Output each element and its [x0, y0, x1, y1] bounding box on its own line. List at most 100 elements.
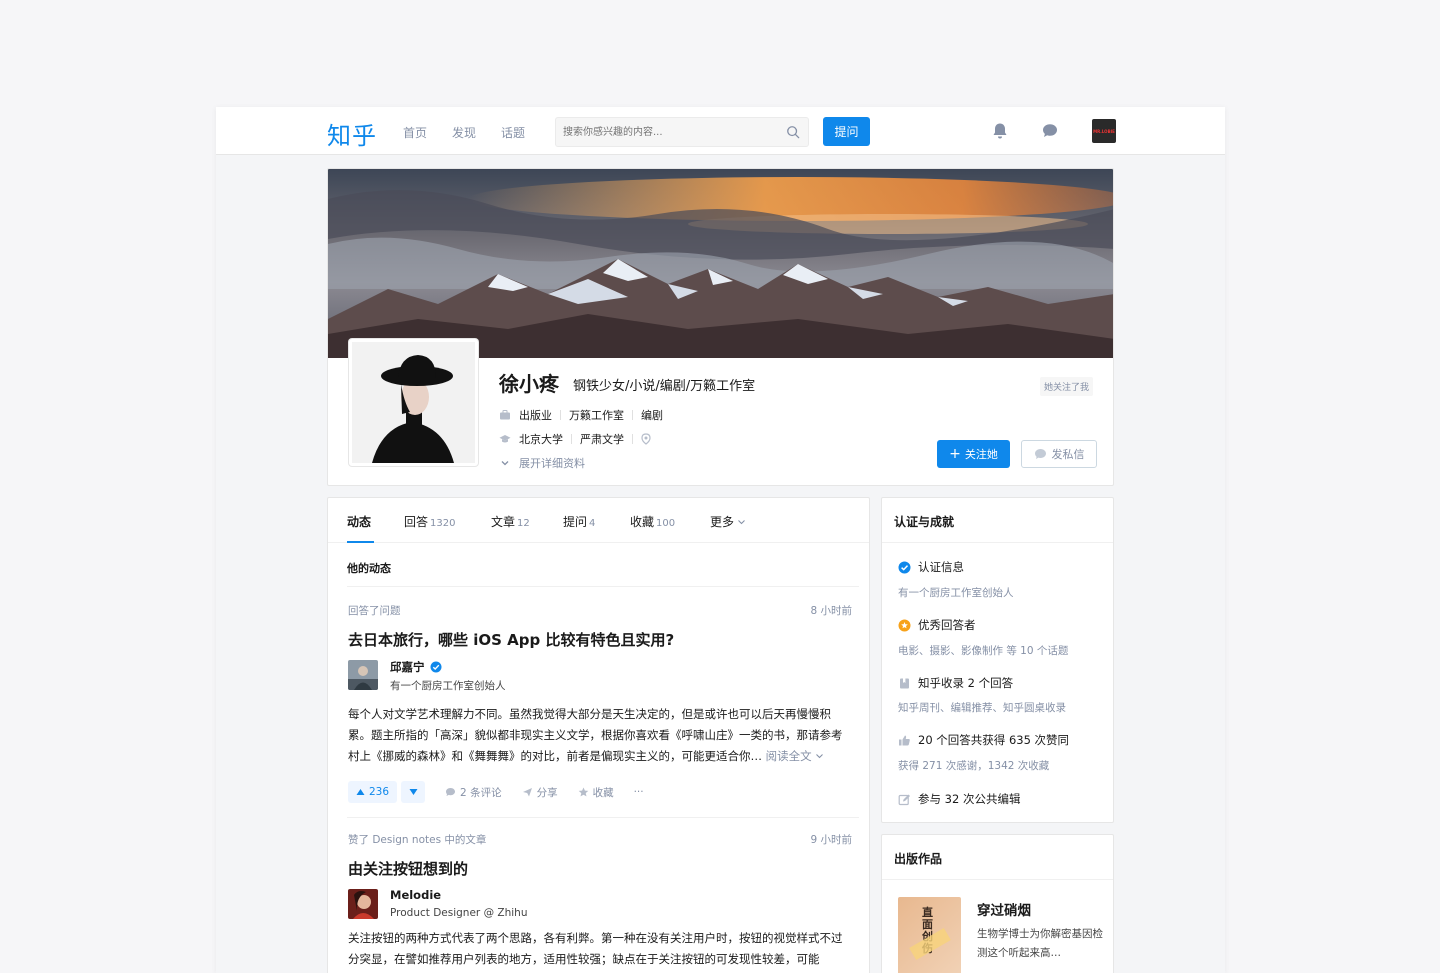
expand-profile-label: 展开详细资料 — [519, 457, 585, 470]
nav-topics-link[interactable]: 话题 — [501, 124, 525, 141]
nav-home-link[interactable]: 首页 — [403, 124, 427, 141]
profile-avatar[interactable] — [349, 339, 478, 466]
separator — [571, 434, 572, 444]
industry-label: 出版业 — [519, 409, 552, 422]
upvote-button[interactable]: 236 — [348, 781, 398, 803]
separator — [560, 410, 561, 420]
profile-tabs: 动态 回答 1320 文章 12 提问 4 收藏 100 更多 — [328, 498, 869, 543]
author-name-label: Melodie — [390, 888, 442, 902]
message-bubble-icon — [1034, 449, 1046, 459]
divider — [347, 817, 859, 818]
profile-cover-image — [328, 169, 1113, 358]
search-input[interactable] — [556, 118, 776, 146]
app-window: 知乎 首页 发现 话题 提问 MR.LOBIE — [216, 107, 1225, 973]
author-bio: Product Designer @ Zhihu — [390, 907, 528, 919]
answer-excerpt: 每个人对文学艺术理解力不同。虽然我觉得大部分是天生决定的，但是或许也可以后天再慢… — [348, 704, 850, 767]
tab-collections[interactable]: 收藏 100 — [630, 513, 675, 530]
collect-button[interactable]: 收藏 — [578, 785, 614, 800]
work-info-row: 出版业 万籁工作室 编剧 — [499, 407, 663, 423]
author-name[interactable]: Melodie — [390, 888, 441, 902]
achievements-card: 认证与成就 认证信息 有一个厨房工作室创始人 优秀回答者 电影、摄影、影像制作 … — [881, 497, 1114, 823]
notification-bell-icon[interactable] — [991, 122, 1009, 140]
feed-item-action: 回答了问题 — [348, 605, 401, 617]
active-tab-indicator — [347, 541, 374, 543]
chevron-down-icon — [501, 461, 509, 466]
medal-icon — [898, 619, 911, 631]
ask-question-button[interactable]: 提问 — [823, 117, 870, 146]
article-excerpt: 关注按钮的两种方式代表了两个思路，各有利弊。第一种在没有关注用户时，按钮的视觉样… — [348, 931, 843, 966]
achievement-verification-label: 认证信息 — [918, 560, 964, 574]
star-icon — [578, 787, 588, 797]
nav-discover-link[interactable]: 发现 — [452, 124, 476, 141]
send-message-button[interactable]: 发私信 — [1021, 440, 1097, 468]
achievement-upvotes-detail: 获得 271 次感谢，1342 次收藏 — [898, 760, 1050, 772]
tab-activity[interactable]: 动态 — [347, 513, 371, 530]
book-description: 生物学博士为你解密基因检测这个听起来高… — [977, 928, 1103, 959]
separator — [632, 434, 633, 444]
verified-badge-icon — [430, 661, 441, 673]
achievement-upvotes: 20 个回答共获得 635 次赞同 — [898, 732, 1069, 748]
feed-item-title[interactable]: 由关注按钮想到的 — [348, 858, 468, 879]
tab-questions[interactable]: 提问 4 — [563, 513, 595, 530]
major-label: 严肃文学 — [580, 433, 624, 446]
achievement-excellent-answerer: 优秀回答者 — [898, 617, 976, 633]
book-cover[interactable]: 直面创伤 — [898, 897, 961, 973]
achievement-included-label: 知乎收录 2 个回答 — [918, 676, 1014, 690]
tab-more-label: 更多 — [710, 515, 735, 529]
expand-profile-link[interactable]: 展开详细资料 — [499, 455, 585, 471]
book-title[interactable]: 穿过硝烟 — [977, 899, 1031, 919]
achievement-included: 知乎收录 2 个回答 — [898, 675, 1013, 691]
more-options-icon: ··· — [633, 786, 644, 798]
downvote-button[interactable] — [401, 781, 426, 803]
publications-title: 出版作品 — [894, 852, 943, 866]
user-avatar[interactable]: MR.LOBIE — [1092, 119, 1116, 143]
tab-collections-count: 100 — [656, 518, 676, 529]
profile-name: 徐小疼 — [499, 372, 559, 396]
comments-button[interactable]: 2 条评论 — [445, 785, 502, 800]
tab-articles-count: 12 — [517, 518, 530, 529]
author-name[interactable]: 邱嘉宁 — [390, 659, 442, 675]
tab-answers[interactable]: 回答 1320 — [404, 513, 455, 530]
bookmark-book-icon — [900, 678, 909, 688]
follow-button[interactable]: + 关注她 — [937, 440, 1010, 468]
achievement-upvotes-label: 20 个回答共获得 635 次赞同 — [918, 733, 1070, 747]
achievement-public-edits: 参与 32 次公共编辑 — [898, 791, 1020, 807]
tab-questions-label: 提问 — [563, 515, 588, 529]
publications-card: 出版作品 直面创伤 穿过硝烟 生物学博士为你解密基因检测这个听起来高… — [881, 834, 1114, 973]
profile-header-card: 徐小疼 钢铁少女/小说/编剧/万籁工作室 她关注了我 出版业 万籁工作室 编剧 … — [327, 168, 1114, 486]
search-icon[interactable] — [786, 125, 800, 139]
more-options-button[interactable]: ··· — [634, 786, 644, 798]
search-box — [555, 117, 809, 147]
achievement-excellent-answerer-detail: 电影、摄影、影像制作 等 10 个话题 — [898, 645, 1069, 657]
follow-button-label: 关注她 — [964, 448, 998, 461]
divider — [882, 542, 1113, 543]
school-label: 北京大学 — [519, 433, 563, 446]
share-button[interactable]: 分享 — [522, 785, 558, 800]
briefcase-icon — [500, 410, 510, 420]
author-avatar[interactable] — [348, 889, 378, 919]
tab-articles[interactable]: 文章 12 — [491, 513, 530, 530]
read-more-link[interactable]: 阅读全文 — [766, 749, 824, 763]
top-navigation-bar: 知乎 首页 发现 话题 提问 MR.LOBIE — [216, 107, 1225, 155]
feed-section-title: 他的动态 — [347, 562, 391, 575]
answer-actions: 236 2 条评论 分享 收藏 ··· — [348, 781, 644, 803]
zhihu-logo[interactable]: 知乎 — [327, 116, 377, 151]
author-avatar[interactable] — [348, 660, 378, 690]
follows-me-badge: 她关注了我 — [1040, 377, 1094, 396]
feed-item-action: 赞了 Design notes 中的文章 — [348, 834, 487, 846]
triangle-up-icon — [356, 789, 365, 795]
tab-articles-label: 文章 — [491, 515, 516, 529]
thumbs-up-icon — [899, 735, 910, 745]
tab-answers-count: 1320 — [430, 518, 456, 529]
edit-icon — [898, 794, 910, 805]
feed-item-title[interactable]: 去日本旅行，哪些 iOS App 比较有特色且实用? — [348, 629, 674, 650]
user-avatar-label: MR.LOBIE — [1093, 128, 1115, 134]
tab-collections-label: 收藏 — [630, 515, 655, 529]
tab-more[interactable]: 更多 — [710, 513, 746, 530]
profile-headline: 钢铁少女/小说/编剧/万籁工作室 — [573, 379, 756, 394]
read-more-label: 阅读全文 — [765, 749, 812, 763]
feed-item-time: 8 小时前 — [810, 605, 852, 617]
messages-icon[interactable] — [1041, 122, 1059, 140]
achievements-title: 认证与成就 — [894, 515, 955, 529]
achievement-excellent-answerer-label: 优秀回答者 — [918, 618, 976, 632]
